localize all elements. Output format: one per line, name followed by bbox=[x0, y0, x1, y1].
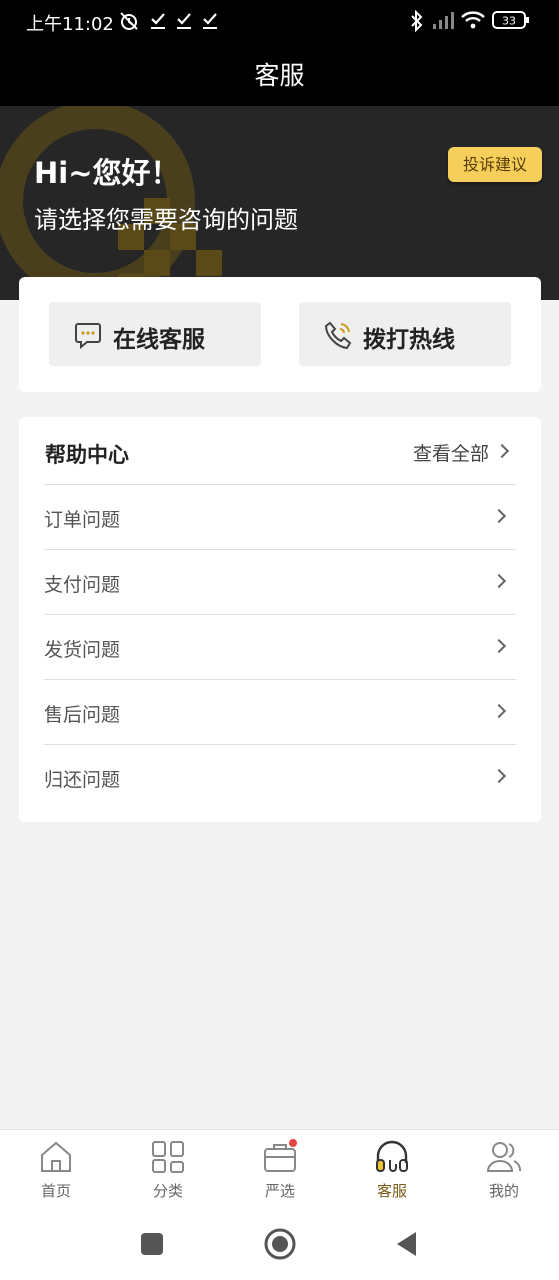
help-topic-list: 订单问题 支付问题 发货问题 售后问题 归还问题 bbox=[44, 484, 516, 809]
chevron-right-icon bbox=[491, 573, 507, 589]
help-item-label: 发货问题 bbox=[44, 639, 121, 661]
hotline-button[interactable]: 拨打热线 bbox=[299, 302, 511, 366]
headset-icon bbox=[376, 1140, 408, 1172]
back-icon[interactable] bbox=[394, 1230, 418, 1258]
chat-bubble-icon bbox=[75, 323, 101, 350]
tab-label: 严选 bbox=[264, 1182, 295, 1200]
help-item-label: 归还问题 bbox=[44, 769, 121, 791]
tab-home[interactable]: 首页 bbox=[0, 1130, 112, 1213]
online-service-button[interactable]: 在线客服 bbox=[49, 302, 261, 366]
help-item-label: 支付问题 bbox=[44, 574, 121, 596]
chevron-right-icon bbox=[491, 768, 507, 784]
complaint-suggestion-button[interactable]: 投诉建议 bbox=[448, 147, 542, 182]
view-all-link[interactable]: 查看全部 bbox=[413, 439, 511, 466]
status-bar: 上午11:02 33 bbox=[0, 0, 559, 44]
greeting-banner: Hi~您好！ 请选择您需要咨询的问题 投诉建议 bbox=[0, 106, 559, 300]
recents-icon[interactable] bbox=[140, 1232, 164, 1256]
tab-label: 客服 bbox=[376, 1182, 407, 1200]
hotline-label: 拨打热线 bbox=[363, 327, 455, 353]
page-title: 客服 bbox=[254, 61, 305, 90]
help-item-payment[interactable]: 支付问题 bbox=[44, 549, 516, 614]
chevron-right-icon bbox=[491, 508, 507, 524]
tab-mine[interactable]: 我的 bbox=[448, 1130, 559, 1213]
check-icon bbox=[151, 13, 165, 29]
help-center-card: 帮助中心 查看全部 订单问题 支付问题 发货问题 售后问题 归还问题 bbox=[19, 417, 541, 822]
wifi-icon bbox=[461, 11, 485, 29]
system-nav-bar bbox=[0, 1212, 559, 1280]
user-icon bbox=[486, 1142, 522, 1172]
battery-icon: 33 bbox=[492, 11, 529, 29]
help-center-title: 帮助中心 bbox=[45, 443, 129, 467]
home-circle-icon[interactable] bbox=[263, 1227, 297, 1261]
greeting-title: Hi~您好！ bbox=[34, 156, 180, 190]
tab-label: 分类 bbox=[152, 1182, 183, 1200]
help-item-label: 订单问题 bbox=[44, 509, 121, 531]
tab-customer-service[interactable]: 客服 bbox=[336, 1130, 448, 1213]
contact-card: 在线客服 拨打热线 bbox=[19, 277, 541, 392]
help-item-shipping[interactable]: 发货问题 bbox=[44, 614, 516, 679]
check-icon bbox=[177, 13, 191, 29]
check-icon bbox=[203, 13, 217, 29]
chevron-right-icon bbox=[494, 443, 510, 459]
signal-icon bbox=[433, 12, 454, 29]
help-item-order[interactable]: 订单问题 bbox=[44, 484, 516, 549]
grid-icon bbox=[152, 1141, 184, 1173]
bag-icon bbox=[264, 1139, 297, 1172]
bottom-tab-bar: 首页 分类 严选 客服 我的 bbox=[0, 1129, 559, 1212]
home-icon bbox=[41, 1141, 71, 1172]
help-item-after-sales[interactable]: 售后问题 bbox=[44, 679, 516, 744]
chevron-right-icon bbox=[491, 703, 507, 719]
title-bar: 客服 bbox=[0, 44, 559, 106]
tab-label: 我的 bbox=[488, 1182, 519, 1200]
bluetooth-icon bbox=[411, 10, 423, 32]
tab-label: 首页 bbox=[40, 1182, 71, 1200]
battery-level: 33 bbox=[502, 15, 516, 28]
tab-selection[interactable]: 严选 bbox=[224, 1130, 336, 1213]
notification-dot bbox=[289, 1139, 297, 1147]
chevron-right-icon bbox=[491, 638, 507, 654]
tab-category[interactable]: 分类 bbox=[112, 1130, 224, 1213]
view-all-label: 查看全部 bbox=[412, 443, 489, 465]
phone-call-icon bbox=[324, 321, 352, 350]
online-service-label: 在线客服 bbox=[113, 327, 205, 353]
greeting-subtitle: 请选择您需要咨询的问题 bbox=[34, 206, 298, 234]
alarm-off-icon bbox=[120, 12, 138, 30]
status-time: 上午11:02 bbox=[26, 14, 114, 35]
help-item-label: 售后问题 bbox=[44, 704, 121, 726]
help-item-return[interactable]: 归还问题 bbox=[44, 744, 516, 809]
